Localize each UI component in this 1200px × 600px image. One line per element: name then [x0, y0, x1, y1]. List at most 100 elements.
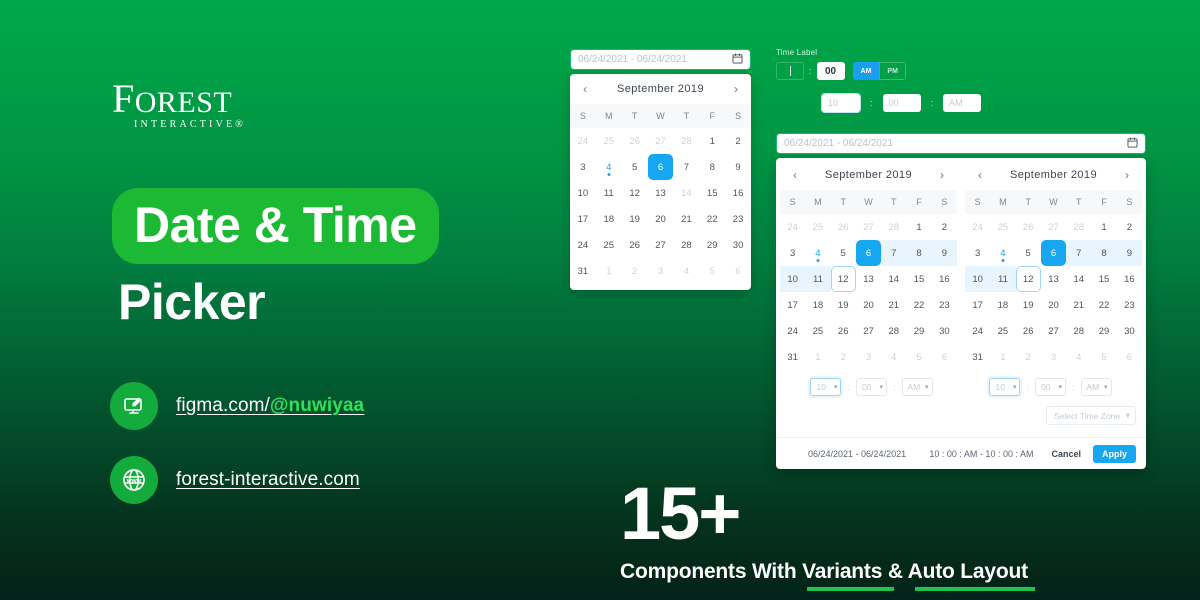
- calendar-day[interactable]: 3: [965, 240, 990, 266]
- calendar-day[interactable]: 10: [570, 180, 596, 206]
- calendar-day[interactable]: 4: [596, 154, 622, 180]
- calendar-day[interactable]: 27: [856, 214, 881, 240]
- calendar-day[interactable]: 18: [990, 292, 1015, 318]
- calendar-day[interactable]: 28: [673, 232, 699, 258]
- pm-toggle[interactable]: PM: [879, 62, 906, 80]
- calendar-day[interactable]: 7: [881, 240, 907, 266]
- calendar-day[interactable]: 14: [1066, 266, 1091, 292]
- calendar-day[interactable]: 20: [648, 206, 674, 232]
- calendar-day[interactable]: 4: [1066, 344, 1091, 370]
- calendar-day[interactable]: 17: [965, 292, 990, 318]
- calendar-day[interactable]: 5: [699, 258, 725, 284]
- calendar-day[interactable]: 18: [596, 206, 622, 232]
- calendar-day[interactable]: 16: [932, 266, 957, 292]
- prev-month-button[interactable]: ‹: [978, 169, 982, 181]
- calendar-day[interactable]: 25: [990, 214, 1015, 240]
- end-minute-select[interactable]: 00 ▾: [1035, 378, 1066, 396]
- calendar-day[interactable]: 25: [990, 318, 1015, 344]
- calendar-day[interactable]: 19: [622, 206, 648, 232]
- link-label-figma[interactable]: figma.com/@nuwiyaa: [176, 395, 364, 417]
- calendar-day[interactable]: 4: [805, 240, 830, 266]
- calendar-day[interactable]: 1: [805, 344, 830, 370]
- start-meridiem-select[interactable]: AM ▾: [901, 378, 933, 396]
- calendar-day[interactable]: 27: [856, 318, 881, 344]
- calendar-day[interactable]: 4: [673, 258, 699, 284]
- calendar-day[interactable]: 27: [648, 232, 674, 258]
- calendar-day[interactable]: 6: [725, 258, 751, 284]
- calendar-day[interactable]: 21: [881, 292, 906, 318]
- end-meridiem-select[interactable]: AM ▾: [1080, 378, 1112, 396]
- calendar-day[interactable]: 28: [881, 318, 906, 344]
- calendar-day[interactable]: 11: [805, 266, 831, 292]
- calendar-day[interactable]: 10: [965, 266, 991, 292]
- next-month-button[interactable]: ›: [1125, 169, 1129, 181]
- calendar-day[interactable]: 22: [906, 292, 931, 318]
- calendar-day[interactable]: 3: [648, 258, 674, 284]
- minute-field[interactable]: 00: [882, 94, 921, 112]
- calendar-day[interactable]: 28: [673, 128, 699, 154]
- next-month-button[interactable]: ›: [734, 83, 738, 95]
- calendar-day[interactable]: 16: [1117, 266, 1142, 292]
- cancel-button[interactable]: Cancel: [1051, 449, 1081, 459]
- calendar-day[interactable]: 29: [699, 232, 725, 258]
- calendar-day[interactable]: 8: [1091, 240, 1117, 266]
- calendar-day[interactable]: 3: [1041, 344, 1066, 370]
- calendar-day[interactable]: 6: [1040, 240, 1067, 266]
- calendar-day[interactable]: 11: [596, 180, 622, 206]
- calendar-day[interactable]: 27: [1041, 318, 1066, 344]
- calendar-day[interactable]: 10: [780, 266, 806, 292]
- calendar-day[interactable]: 26: [622, 128, 648, 154]
- calendar-day[interactable]: 2: [1016, 344, 1041, 370]
- calendar-day[interactable]: 2: [1117, 214, 1142, 240]
- calendar-day[interactable]: 12: [1015, 266, 1041, 292]
- start-minute-select[interactable]: 00 ▾: [856, 378, 887, 396]
- calendar-day[interactable]: 14: [673, 180, 699, 206]
- calendar-day[interactable]: 9: [725, 154, 751, 180]
- calendar-day[interactable]: 4: [881, 344, 906, 370]
- calendar-day[interactable]: 31: [965, 344, 990, 370]
- calendar-day[interactable]: 1: [990, 344, 1015, 370]
- calendar-day[interactable]: 25: [596, 128, 622, 154]
- calendar-day[interactable]: 23: [932, 292, 957, 318]
- calendar-day[interactable]: 23: [1117, 292, 1142, 318]
- calendar-day[interactable]: 6: [1117, 344, 1142, 370]
- calendar-day[interactable]: 6: [932, 344, 957, 370]
- calendar-day[interactable]: 15: [1091, 266, 1116, 292]
- meridiem-field[interactable]: AM: [943, 94, 982, 112]
- calendar-day[interactable]: 28: [881, 214, 906, 240]
- calendar-day[interactable]: 3: [856, 344, 881, 370]
- calendar-day[interactable]: 31: [570, 258, 596, 284]
- calendar-day[interactable]: 13: [856, 266, 881, 292]
- calendar-day[interactable]: 21: [673, 206, 699, 232]
- calendar-day[interactable]: 29: [1091, 318, 1116, 344]
- calendar-day[interactable]: 19: [1016, 292, 1041, 318]
- hour-field[interactable]: 10: [821, 93, 861, 113]
- calendar-day[interactable]: 26: [831, 318, 856, 344]
- calendar-day[interactable]: 1: [596, 258, 622, 284]
- calendar-day[interactable]: 30: [725, 232, 751, 258]
- calendar-day[interactable]: 29: [906, 318, 931, 344]
- prev-month-button[interactable]: ‹: [793, 169, 797, 181]
- calendar-day[interactable]: 26: [1016, 214, 1041, 240]
- calendar-day[interactable]: 24: [780, 214, 805, 240]
- calendar-day[interactable]: 30: [1117, 318, 1142, 344]
- calendar-day[interactable]: 7: [1066, 240, 1092, 266]
- calendar-day[interactable]: 24: [570, 128, 596, 154]
- calendar-day[interactable]: 27: [648, 128, 674, 154]
- calendar-day[interactable]: 1: [906, 214, 931, 240]
- timezone-select[interactable]: Select Time Zone ▾: [1046, 406, 1136, 425]
- calendar-day[interactable]: 15: [906, 266, 931, 292]
- calendar-day[interactable]: 20: [1041, 292, 1066, 318]
- calendar-day[interactable]: 22: [1091, 292, 1116, 318]
- calendar-day[interactable]: 24: [780, 318, 805, 344]
- calendar-day[interactable]: 28: [1066, 214, 1091, 240]
- link-item-website[interactable]: www forest-interactive.com: [110, 456, 364, 504]
- calendar-day[interactable]: 21: [1066, 292, 1091, 318]
- calendar-day[interactable]: 9: [1116, 240, 1142, 266]
- calendar-day[interactable]: 22: [699, 206, 725, 232]
- range-date-input[interactable]: 06/24/2021 - 06/24/2021: [776, 133, 1146, 154]
- calendar-day[interactable]: 5: [1016, 240, 1041, 266]
- calendar-day[interactable]: 3: [780, 240, 805, 266]
- calendar-day[interactable]: 19: [831, 292, 856, 318]
- calendar-day[interactable]: 1: [1091, 214, 1116, 240]
